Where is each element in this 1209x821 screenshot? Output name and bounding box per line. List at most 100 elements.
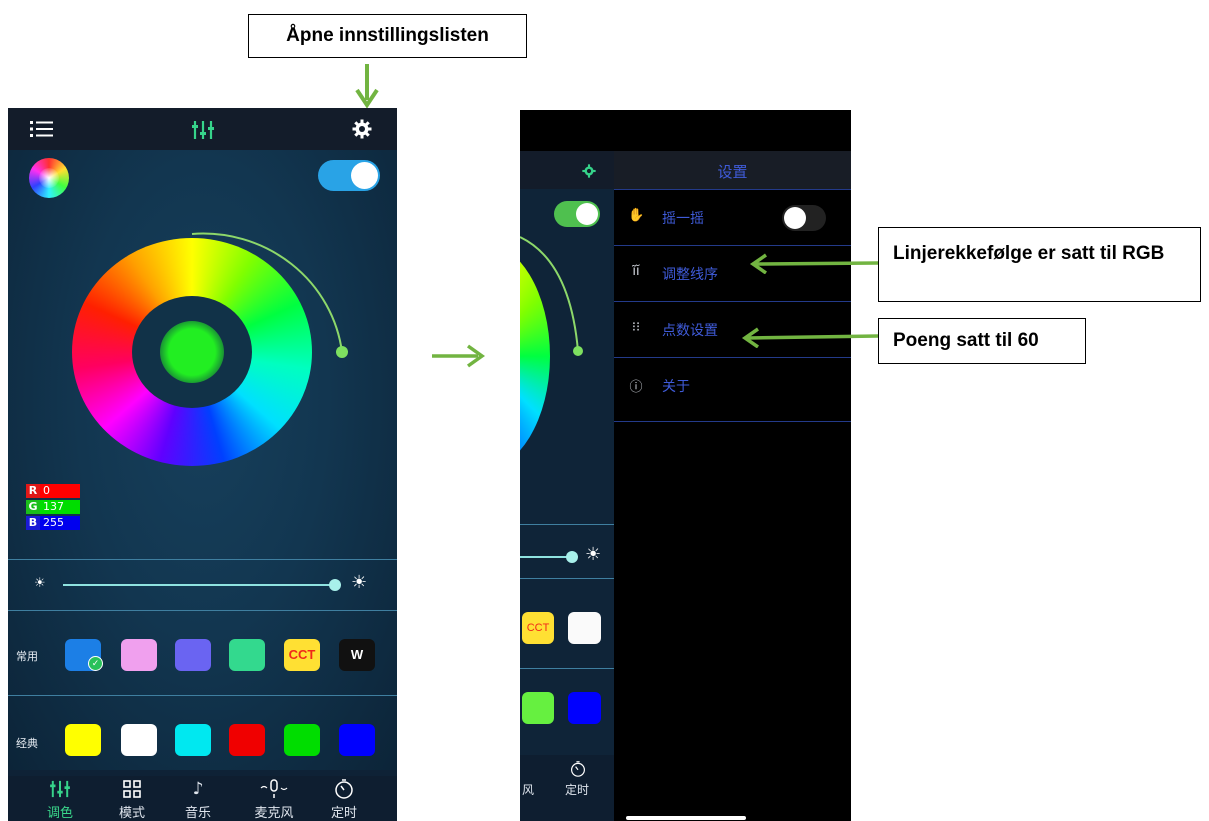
swatch-mint[interactable] [229,639,265,671]
power-toggle-knob [351,162,378,189]
rgb-b-row: B 255 [26,516,80,530]
common-label: 常用 [16,650,38,663]
swatch-green[interactable] [284,724,320,756]
arrow-to-wire-order [749,253,879,274]
shake-toggle[interactable] [782,205,826,231]
swatch-purple[interactable] [175,639,211,671]
gear-icon[interactable] [582,164,596,183]
swatch-white[interactable] [121,724,157,756]
menu-item-shake-label: 摇一摇 [662,211,704,227]
home-indicator [626,816,746,820]
callout-points-text: Poeng satt til 60 [893,330,1039,351]
brightness-slider-thumb[interactable] [566,551,578,563]
swatch-pink[interactable] [121,639,157,671]
brightness-high-icon: ☀ [351,572,368,592]
divider [8,559,397,560]
main-screen-header [520,151,614,189]
swatch-cct[interactable]: CCT [284,639,320,671]
swatch-deep-blue[interactable] [568,692,601,724]
nav-timer-label: 定时 [330,806,357,821]
swatch-green[interactable] [522,692,554,724]
brightness-slider-track[interactable] [63,584,335,586]
wheel-outer-arc [191,232,348,358]
divider [8,610,397,611]
shake-toggle-knob [784,207,806,229]
arrow-down-to-gear [355,64,379,109]
b-label: B [26,516,40,530]
callout-line-order: Linjerekkefølge er satt til RGB [878,227,1201,302]
b-value: 255 [40,516,80,530]
swatch-red[interactable] [229,724,265,756]
nav-mode[interactable]: 模式 [100,776,164,821]
power-toggle[interactable] [318,160,380,191]
swatch-yellow[interactable] [65,724,101,756]
settings-title: 设置 [717,164,748,181]
top-bar [8,108,397,150]
swatch-cyan[interactable] [175,724,211,756]
callout-points: Poeng satt til 60 [878,318,1086,364]
swatch-white[interactable] [568,612,601,644]
sliders-icon [28,776,92,802]
menu-item-about-label: 关于 [662,379,690,395]
menu-item-points-label: 点数设置 [662,323,718,339]
list-icon[interactable] [30,120,54,143]
wire-order-icon: ĩĭ [632,264,640,279]
timer-icon [312,776,376,802]
menu-item-about[interactable]: ⓘ 关于 [614,358,851,422]
shake-icon: ✋ [628,208,645,223]
divider [520,524,614,525]
nav-music-label: 音乐 [184,806,211,821]
nav-color[interactable]: 调色 [28,776,92,821]
menu-item-wire-order-label: 调整线序 [662,267,718,283]
power-toggle[interactable] [554,201,600,227]
swatch-cct[interactable]: CCT [522,612,554,644]
microphone-icon [242,776,306,802]
music-note-icon: ♪ [192,779,204,799]
rgb-r-row: R0 [26,484,80,498]
nav-color-label: 调色 [46,806,73,821]
phone-screen-settings: ☀ CCT 风 定时 设置 ✋ 摇一摇 ĩĭ 调整线序 ⁝⁝ 点数设置 ⓘ 关于 [520,110,851,821]
brightness-high-icon: ☀ [585,544,602,564]
nav-mode-label: 模式 [118,806,145,821]
callout-open-settings: Åpne innstillingslisten [248,14,527,58]
sliders-icon[interactable] [192,120,214,145]
brightness-slider-thumb[interactable] [329,579,341,591]
divider [520,578,614,579]
callout-open-settings-text: Åpne innstillingslisten [286,25,489,46]
wheel-outer-arc [520,236,583,356]
nav-music[interactable]: ♪ 音乐 [166,776,230,821]
timer-icon [570,761,586,782]
phone-screen-color: R0 G 137 B 255 ☀ ☀ 常用 ✓ CCT W 经典 调色 模式 ♪… [8,108,397,821]
nav-timer-label[interactable]: 定时 [565,781,589,798]
divider [520,668,614,669]
info-icon: ⓘ [629,380,643,395]
menu-item-shake[interactable]: ✋ 摇一摇 [614,190,851,246]
main-screen-partial: ☀ CCT 风 定时 [520,151,614,821]
rgb-g-row: G 137 [26,500,80,514]
swatch-deep-blue[interactable] [339,724,375,756]
dots-icon: ⁝⁝ [631,320,641,335]
r-value: 0 [40,484,80,498]
divider [8,695,397,696]
bottom-nav: 调色 模式 ♪ 音乐 麦克风 定时 [8,776,397,821]
arrow-to-points [741,327,879,348]
settings-header: 设置 [614,151,851,190]
classic-label: 经典 [16,737,38,750]
nav-microphone-label[interactable]: 风 [522,781,534,798]
brightness-slider-track[interactable] [520,556,572,558]
g-value: 137 [40,500,80,514]
arrow-right-transition [432,344,486,368]
gear-icon[interactable] [352,119,372,144]
nav-microphone-label: 麦克风 [254,806,294,821]
nav-microphone[interactable]: 麦克风 [242,776,306,821]
brightness-low-icon: ☀ [34,575,46,590]
g-label: G [26,500,40,514]
swatch-white-w[interactable]: W [339,639,375,671]
callout-line-order-text: Linjerekkefølge er satt til RGB [893,243,1165,264]
nav-timer[interactable]: 定时 [312,776,376,821]
grid-icon [100,776,164,802]
check-icon: ✓ [88,656,103,671]
power-toggle-knob [576,203,598,225]
color-palette-icon[interactable] [29,158,69,198]
r-label: R [26,484,40,498]
